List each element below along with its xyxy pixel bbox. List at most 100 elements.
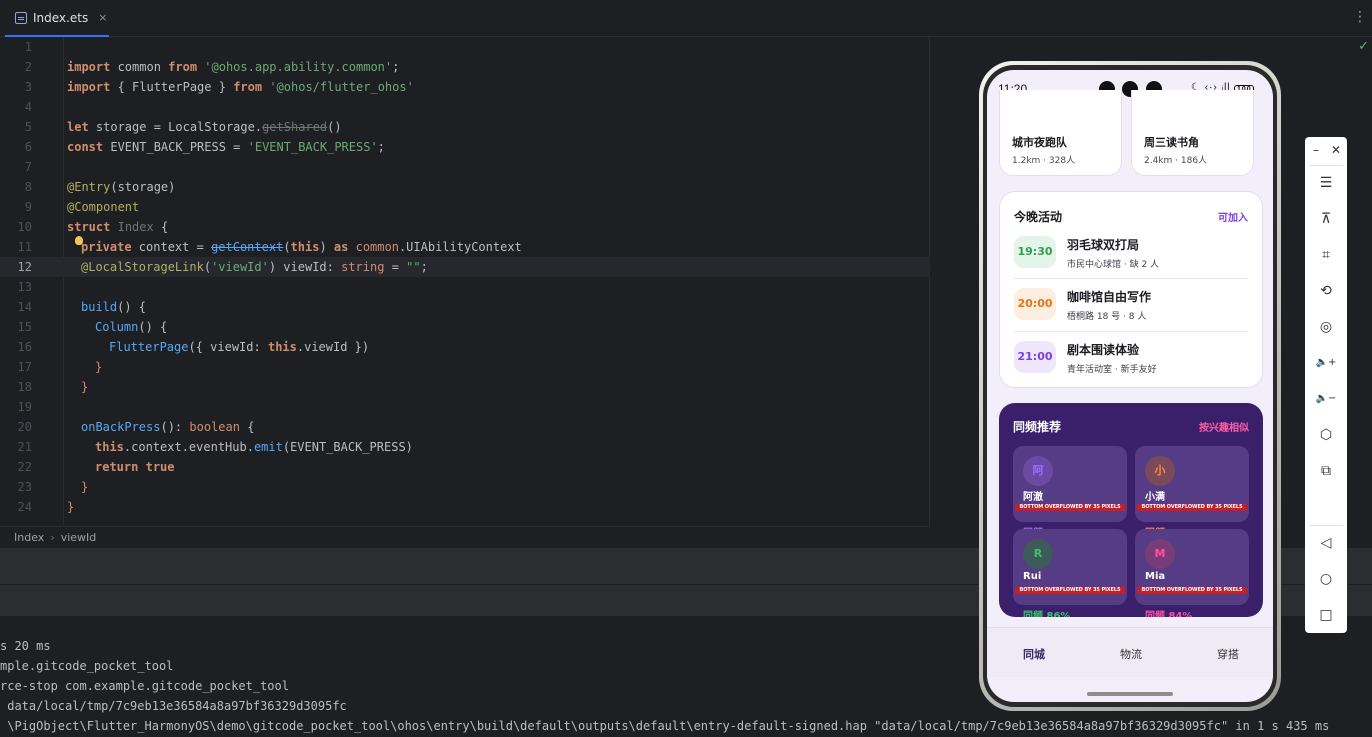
crop-icon[interactable]: ⌗ xyxy=(1315,244,1337,266)
person-name: 小满 xyxy=(1145,492,1165,503)
code-line: 16 FlutterPage({ viewId: this.viewId }) xyxy=(0,337,930,357)
line-number: 6 xyxy=(24,140,32,154)
line-number: 2 xyxy=(24,60,32,74)
code-line: 23} xyxy=(0,477,930,497)
event-title: 咖啡馆自由写作 xyxy=(1067,290,1152,304)
event-meta: 梧桐路 18 号 · 8 人 xyxy=(1067,312,1147,322)
person-card[interactable]: R Rui BOTTOM OVERFLOWED BY 35 PIXELS 同频 … xyxy=(1013,529,1127,617)
tab-label: Index.ets xyxy=(33,10,89,25)
nav-item-outfit[interactable]: 穿搭 xyxy=(1217,646,1239,662)
code-line: 3 import { FlutterPage } from '@ohos/flut… xyxy=(0,77,930,97)
overflow-warning: BOTTOM OVERFLOWED BY 35 PIXELS xyxy=(1015,504,1125,511)
line-number: 15 xyxy=(17,320,32,334)
close-icon[interactable]: × xyxy=(98,11,107,24)
rotate-icon[interactable]: ⟲ xyxy=(1315,280,1337,302)
group-name: 周三读书角 xyxy=(1144,136,1199,149)
group-card[interactable]: 城市夜跑队 1.2km · 328人 xyxy=(999,90,1122,176)
line-number: 16 xyxy=(17,340,32,354)
line-number: 14 xyxy=(17,300,32,314)
code-line: 9 @Component xyxy=(0,197,930,217)
avatar: 阿 xyxy=(1023,456,1053,486)
line-number: 22 xyxy=(17,460,32,474)
shake-icon[interactable]: ⬡ xyxy=(1315,424,1337,446)
home-indicator[interactable] xyxy=(1087,692,1173,696)
tonight-activities-card: 今晚活动 可加入 19:30 羽毛球双打局 市民中心球馆 · 缺 2 人 20:… xyxy=(999,191,1263,388)
avatar: M xyxy=(1145,539,1175,569)
event-time: 21:00 xyxy=(1014,341,1056,373)
code-line: 5 let storage = LocalStorage.getShared() xyxy=(0,117,930,137)
code-line: 17} xyxy=(0,357,930,377)
person-card[interactable]: 阿 阿澈 BOTTOM OVERFLOWED BY 35 PIXELS 同频 9… xyxy=(1013,446,1127,539)
person-name: 阿澈 xyxy=(1023,492,1043,503)
code-line: 24} xyxy=(0,497,930,517)
person-card[interactable]: M Mia BOTTOM OVERFLOWED BY 35 PIXELS 同频 … xyxy=(1135,529,1249,617)
avatar: 小 xyxy=(1145,456,1175,486)
line-number: 10 xyxy=(17,220,32,234)
person-card[interactable]: 小 小满 BOTTOM OVERFLOWED BY 35 PIXELS 同频 8… xyxy=(1135,446,1249,539)
nav-item-logistics[interactable]: 物流 xyxy=(1120,646,1142,662)
overflow-warning-text: BOTTOM OVERFLOWED BY 35 PIXELS xyxy=(1015,587,1125,594)
code-line: 1 xyxy=(0,37,930,57)
group-card[interactable]: 周三读书角 2.4km · 186人 xyxy=(1131,90,1254,176)
lightbulb-icon[interactable] xyxy=(75,236,83,245)
phone-screen[interactable]: 11:20 ☾ ‹·› ᵢll 100 城市夜跑队 1.2km · 328人 周… xyxy=(987,70,1273,702)
code-line: 8 @Entry(storage) xyxy=(0,177,930,197)
multi-device-icon[interactable]: ⧉ xyxy=(1315,460,1337,482)
event-time: 20:00 xyxy=(1014,288,1056,320)
code-line: 21 this.context.eventHub.emit(EVENT_BACK_… xyxy=(0,437,930,457)
divider xyxy=(1309,525,1343,526)
line-number: 18 xyxy=(17,380,32,394)
similar-interest-link[interactable]: 按兴趣相似 xyxy=(1199,419,1249,434)
code-line: 4 xyxy=(0,97,930,117)
recent-icon[interactable]: □ xyxy=(1315,604,1337,626)
overflow-warning-text: BOTTOM OVERFLOWED BY 35 PIXELS xyxy=(1137,587,1247,594)
tab-index-ets[interactable]: Index.ets × xyxy=(5,0,109,37)
divider xyxy=(1309,165,1343,166)
bottom-nav: 同城 物流 穿搭 xyxy=(987,627,1273,677)
minimize-icon[interactable]: – xyxy=(1305,139,1327,161)
code-line: 13 xyxy=(0,277,930,297)
line-number: 23 xyxy=(17,480,32,494)
home-icon[interactable]: ○ xyxy=(1315,568,1337,590)
line-number: 7 xyxy=(24,160,32,174)
menu-icon[interactable]: ☰ xyxy=(1315,172,1337,194)
line-number: 17 xyxy=(17,360,32,374)
group-name: 城市夜跑队 xyxy=(1012,136,1067,149)
divider xyxy=(1014,331,1248,332)
close-icon[interactable]: ✕ xyxy=(1325,139,1347,161)
recommend-section: 同频推荐 按兴趣相似 阿 阿澈 BOTTOM OVERFLOWED BY 35 … xyxy=(999,403,1263,617)
breadcrumb: Index › viewId xyxy=(0,526,930,548)
code-line: 22 return true xyxy=(0,457,930,477)
section-title: 同频推荐 xyxy=(1013,420,1062,434)
code-line-current: 12 @LocalStorageLink('viewId') viewId: st… xyxy=(0,257,930,277)
more-options-icon[interactable]: ⋮ xyxy=(1353,9,1367,25)
editor-tab-bar: Index.ets × ⋮ xyxy=(0,0,1372,37)
match-score: 同频 86% xyxy=(1023,611,1071,617)
joinable-link[interactable]: 可加入 xyxy=(1218,209,1248,224)
breadcrumb-item-viewid[interactable]: viewId xyxy=(61,531,97,544)
code-line: 19 xyxy=(0,397,930,417)
line-number: 3 xyxy=(24,80,32,94)
line-number: 8 xyxy=(24,180,32,194)
group-meta: 2.4km · 186人 xyxy=(1144,156,1208,166)
code-line: 15 Column() { xyxy=(0,317,930,337)
breadcrumb-item-index[interactable]: Index xyxy=(14,531,44,544)
line-number: 24 xyxy=(17,500,32,514)
code-line: 2 import common from '@ohos.app.ability.c… xyxy=(0,57,930,77)
pin-top-icon[interactable]: ⊼ xyxy=(1315,208,1337,230)
console-line: mple.gitcode_pocket_tool xyxy=(0,659,174,673)
back-icon[interactable]: ◁ xyxy=(1315,532,1337,554)
volume-down-icon[interactable]: 🔈− xyxy=(1315,388,1337,410)
overflow-warning: BOTTOM OVERFLOWED BY 35 PIXELS xyxy=(1137,587,1247,594)
event-title: 羽毛球双打局 xyxy=(1067,238,1140,252)
match-score: 同频 84% xyxy=(1145,611,1193,617)
nav-item-local[interactable]: 同城 xyxy=(1023,646,1045,662)
code-line: 20 onBackPress(): boolean { xyxy=(0,417,930,437)
volume-up-icon[interactable]: 🔈+ xyxy=(1315,352,1337,374)
screenshot-icon[interactable]: ◎ xyxy=(1315,316,1337,338)
line-number: 12 xyxy=(17,260,32,274)
line-number: 19 xyxy=(17,400,32,414)
overflow-warning-text: BOTTOM OVERFLOWED BY 35 PIXELS xyxy=(1015,504,1125,511)
line-number: 9 xyxy=(24,200,32,214)
code-line: 10 struct Index { xyxy=(0,217,930,237)
